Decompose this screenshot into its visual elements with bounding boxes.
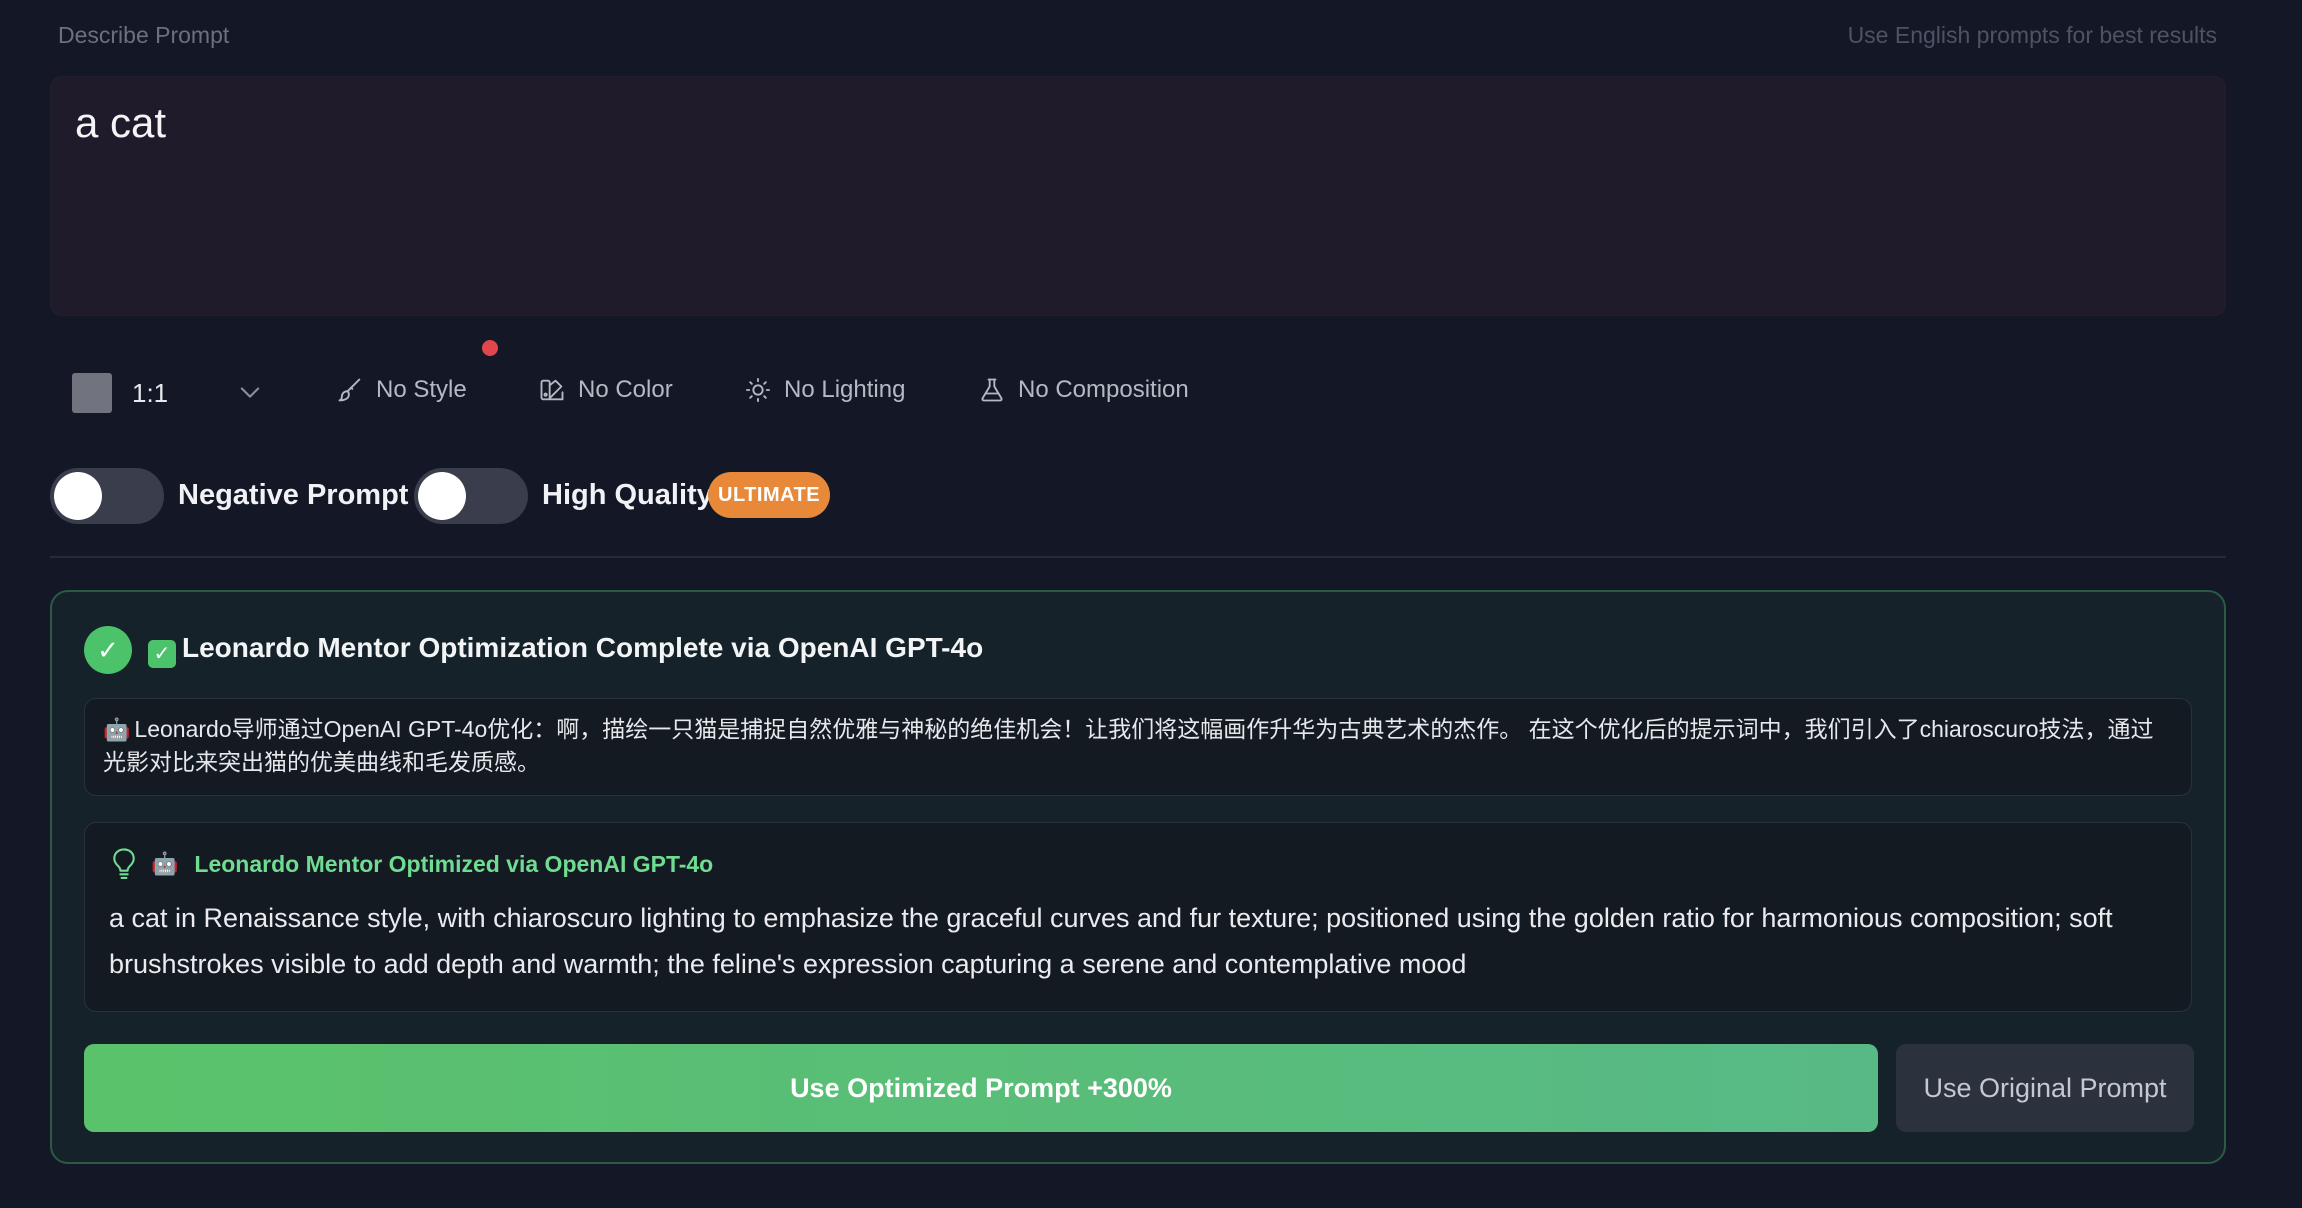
- toggle-knob: [54, 472, 102, 520]
- ultimate-badge: ULTIMATE: [708, 472, 831, 518]
- chevron-down-icon[interactable]: [236, 378, 264, 406]
- aspect-ratio-swatch[interactable]: [72, 373, 112, 413]
- lighting-selector[interactable]: No Lighting: [744, 376, 905, 404]
- use-original-prompt-button[interactable]: Use Original Prompt: [1896, 1044, 2194, 1132]
- lighting-label: No Lighting: [784, 376, 906, 403]
- prompt-textarea[interactable]: a cat: [50, 76, 2226, 316]
- robot-icon: 🤖: [103, 717, 131, 742]
- section-divider: [50, 556, 2226, 558]
- toggle-knob: [418, 472, 466, 520]
- notification-dot: [482, 340, 498, 356]
- mentor-note-text: Leonardo导师通过OpenAI GPT-4o优化：啊，描绘一只猫是捕捉自然…: [103, 716, 2154, 775]
- aspect-ratio-value[interactable]: 1:1: [132, 378, 168, 409]
- composition-selector[interactable]: No Composition: [978, 376, 1189, 404]
- negative-prompt-label: Negative Prompt: [178, 479, 409, 511]
- result-title-text: Leonardo Mentor Optimization Complete vi…: [182, 632, 984, 663]
- color-selector[interactable]: No Color: [538, 376, 673, 404]
- style-label: No Style: [376, 376, 467, 403]
- optimized-prompt-header: 🤖 Leonardo Mentor Optimized via OpenAI G…: [109, 847, 713, 881]
- prompt-hint: Use English prompts for best results: [1847, 22, 2217, 48]
- style-selector[interactable]: No Style: [336, 376, 467, 404]
- prompt-panel: Describe Prompt Use English prompts for …: [0, 0, 2302, 1208]
- brush-icon: [338, 378, 361, 402]
- check-box-icon: ✓: [148, 640, 176, 668]
- section-label: Describe Prompt: [58, 22, 230, 48]
- high-quality-label: High Quality: [542, 479, 713, 511]
- optimized-prompt-box: 🤖 Leonardo Mentor Optimized via OpenAI G…: [84, 822, 2192, 1012]
- use-optimized-prompt-button[interactable]: Use Optimized Prompt +300%: [84, 1044, 1878, 1132]
- composition-label: No Composition: [1018, 376, 1189, 403]
- optimized-prompt-heading: Leonardo Mentor Optimized via OpenAI GPT…: [194, 850, 714, 877]
- high-quality-toggle[interactable]: [414, 468, 528, 524]
- sun-icon: [745, 377, 771, 403]
- result-title: ✓ Leonardo Mentor Optimization Complete v…: [148, 632, 983, 668]
- optimization-result-card: ✓ ✓ Leonardo Mentor Optimization Complete…: [50, 590, 2226, 1164]
- check-circle-icon: ✓: [84, 626, 132, 674]
- negative-prompt-toggle[interactable]: [50, 468, 164, 524]
- optimized-prompt-text: a cat in Renaissance style, with chiaros…: [109, 903, 2113, 979]
- color-label: No Color: [578, 376, 673, 403]
- mentor-note: 🤖 Leonardo导师通过OpenAI GPT-4o优化：啊，描绘一只猫是捕捉自…: [84, 698, 2192, 796]
- prompt-text[interactable]: a cat: [75, 99, 166, 147]
- robot-icon: 🤖: [151, 851, 179, 876]
- palette-swatch-icon: [540, 379, 564, 401]
- lightbulb-icon: [113, 848, 135, 879]
- flask-icon: [981, 378, 1003, 402]
